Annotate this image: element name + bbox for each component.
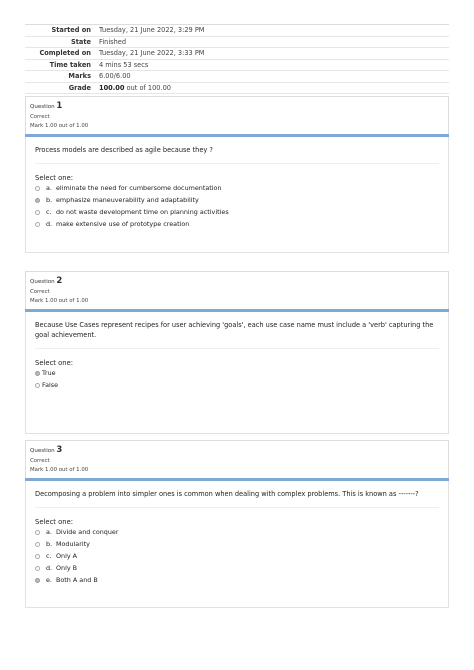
question-3: Question 3 Correct Mark 1.00 out of 1.00… [25,440,449,608]
option-text: eliminate the need for cumbersome docume… [56,184,222,192]
radio-button-selected[interactable] [35,577,40,583]
question-mark: Mark 1.00 out of 1.00 [30,298,89,304]
summary-row-completed: Completed on Tuesday, 21 June 2022, 3:33… [25,47,449,59]
option-text: emphasize maneuverability and adaptabili… [56,196,199,204]
summary-label: Time taken [49,60,91,69]
radio-button[interactable] [35,565,40,571]
question-number-value: 3 [56,445,63,455]
answer-option-d[interactable]: d. Only B [35,562,439,574]
option-letter: b. [46,196,53,204]
answer-option-c[interactable]: c. do not waste development time on plann… [35,206,439,218]
grade-value: 100.00 [99,83,125,92]
question-label: Question [30,104,55,110]
answer-option-true[interactable]: True [35,367,439,379]
radio-button[interactable] [35,209,40,215]
option-letter: b. [46,540,53,548]
question-text: Decomposing a problem into simpler ones … [35,489,439,508]
question-mark: Mark 1.00 out of 1.00 [30,123,89,129]
summary-row-started: Started on Tuesday, 21 June 2022, 3:29 P… [25,24,449,36]
answer-option-a[interactable]: a. eliminate the need for cumbersome docu… [35,182,439,194]
question-state: Correct [30,458,50,464]
answer-option-b[interactable]: b. Modularity [35,538,439,550]
radio-button[interactable] [35,221,40,227]
question-content: Decomposing a problem into simpler ones … [25,481,449,608]
select-one-prompt: Select one: [35,359,74,367]
radio-button[interactable] [35,529,40,535]
summary-label: Grade [68,83,91,92]
answer-option-false[interactable]: False [35,379,439,391]
option-text: make extensive use of prototype creation [56,220,190,228]
attempt-summary: Started on Tuesday, 21 June 2022, 3:29 P… [25,24,449,94]
question-number-value: 1 [56,101,63,111]
option-text: Both A and B [56,576,98,584]
question-label: Question [30,448,55,454]
option-letter: e. [46,576,52,584]
summary-label: Marks [68,72,91,81]
option-text: Only B [56,564,78,572]
option-letter: d. [46,564,53,572]
option-text: Only A [56,552,78,560]
question-number: Question 1 [30,101,444,111]
question-number: Question 3 [30,445,444,455]
summary-value: 6.00/6.00 [99,72,131,81]
question-content: Process models are described as agile be… [25,137,449,253]
summary-value: 4 mins 53 secs [99,60,149,69]
question-text: Process models are described as agile be… [35,145,439,164]
question-number-value: 2 [56,276,63,286]
option-letter: a. [46,184,52,192]
radio-button-selected[interactable] [35,197,40,203]
option-text: True [42,369,56,377]
question-info: Question 2 Correct Mark 1.00 out of 1.00 [25,271,449,309]
radio-button[interactable] [35,382,40,388]
question-label: Question [30,279,55,285]
summary-value: Finished [99,37,127,46]
question-1: Question 1 Correct Mark 1.00 out of 1.00… [25,96,449,253]
option-letter: c. [46,552,52,560]
answer-option-a[interactable]: a. Divide and conquer [35,526,439,538]
answer-option-d[interactable]: d. make extensive use of prototype creati… [35,218,439,230]
summary-label: Started on [51,26,91,35]
summary-row-grade: Grade 100.00 out of 100.00 [25,81,449,94]
summary-row-state: State Finished [25,35,449,48]
option-text: Modularity [56,540,90,548]
answer-option-c[interactable]: c. Only A [35,550,439,562]
question-state: Correct [30,114,50,120]
question-number: Question 2 [30,276,444,286]
grade-out-of: out of 100.00 [124,83,171,92]
summary-value: Tuesday, 21 June 2022, 3:29 PM [99,26,205,35]
summary-value: Tuesday, 21 June 2022, 3:33 PM [99,49,205,58]
radio-button[interactable] [35,185,40,191]
option-text: False [42,381,59,389]
select-one-prompt: Select one: [35,174,74,182]
radio-button[interactable] [35,541,40,547]
radio-button-selected[interactable] [35,370,40,376]
question-2: Question 2 Correct Mark 1.00 out of 1.00… [25,271,449,434]
summary-label: State [71,37,91,46]
summary-value: 100.00 out of 100.00 [99,84,449,92]
summary-row-time: Time taken 4 mins 53 secs [25,58,449,71]
summary-row-marks: Marks 6.00/6.00 [25,70,449,82]
option-text: do not waste development time on plannin… [56,208,229,216]
option-text: Divide and conquer [56,528,119,536]
question-info: Question 1 Correct Mark 1.00 out of 1.00 [25,96,449,134]
select-one-prompt: Select one: [35,518,74,526]
question-mark: Mark 1.00 out of 1.00 [30,467,89,473]
question-state: Correct [30,289,50,295]
answer-option-e[interactable]: e. Both A and B [35,574,439,586]
radio-button[interactable] [35,553,40,559]
question-info: Question 3 Correct Mark 1.00 out of 1.00 [25,440,449,478]
option-letter: c. [46,208,52,216]
question-text: Because Use Cases represent recipes for … [35,320,439,349]
option-letter: d. [46,220,53,228]
summary-label: Completed on [39,49,91,58]
answer-option-b[interactable]: b. emphasize maneuverability and adaptabi… [35,194,439,206]
option-letter: a. [46,528,52,536]
question-content: Because Use Cases represent recipes for … [25,312,449,434]
